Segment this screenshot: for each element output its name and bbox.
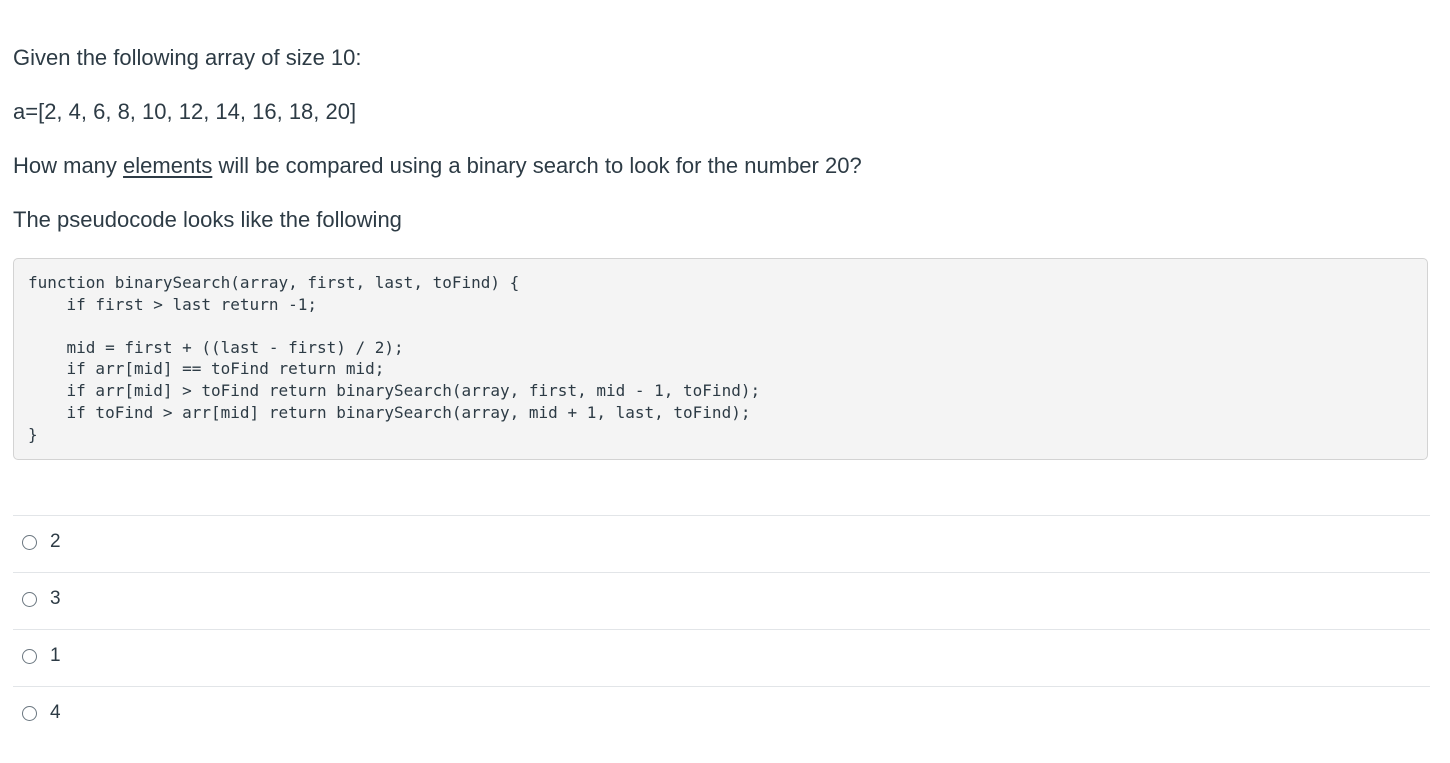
- pseudocode-block: function binarySearch(array, first, last…: [13, 258, 1428, 460]
- code-line: if arr[mid] == toFind return mid;: [28, 359, 385, 378]
- prompt-suffix: will be compared using a binary search t…: [212, 153, 862, 178]
- answer-option[interactable]: 3: [13, 572, 1430, 629]
- elements-link[interactable]: elements: [123, 153, 212, 178]
- code-line: if arr[mid] > toFind return binarySearch…: [28, 381, 761, 400]
- answer-label[interactable]: 4: [50, 702, 61, 724]
- question-line-prompt: How many elements will be compared using…: [13, 152, 862, 180]
- radio-button[interactable]: [22, 592, 37, 607]
- answer-option[interactable]: 1: [13, 629, 1430, 686]
- answer-label[interactable]: 1: [50, 645, 61, 667]
- code-line: function binarySearch(array, first, last…: [28, 273, 520, 292]
- code-line: if toFind > arr[mid] return binarySearch…: [28, 403, 751, 422]
- answer-label[interactable]: 2: [50, 531, 61, 553]
- question-line-array-size: Given the following array of size 10:: [13, 45, 362, 70]
- radio-button[interactable]: [22, 649, 37, 664]
- answer-option[interactable]: 4: [13, 686, 1430, 743]
- radio-button[interactable]: [22, 535, 37, 550]
- prompt-prefix: How many: [13, 153, 124, 178]
- answer-option[interactable]: 2: [13, 515, 1430, 572]
- code-line: if first > last return -1;: [28, 295, 317, 314]
- code-line: mid = first + ((last - first) / 2);: [28, 338, 404, 357]
- question-line-pseudocode-intro: The pseudocode looks like the following: [13, 207, 402, 232]
- code-line: }: [28, 425, 38, 444]
- question-line-array-values: a=[2, 4, 6, 8, 10, 12, 14, 16, 18, 20]: [13, 99, 357, 124]
- answer-label[interactable]: 3: [50, 588, 61, 610]
- radio-button[interactable]: [22, 706, 37, 721]
